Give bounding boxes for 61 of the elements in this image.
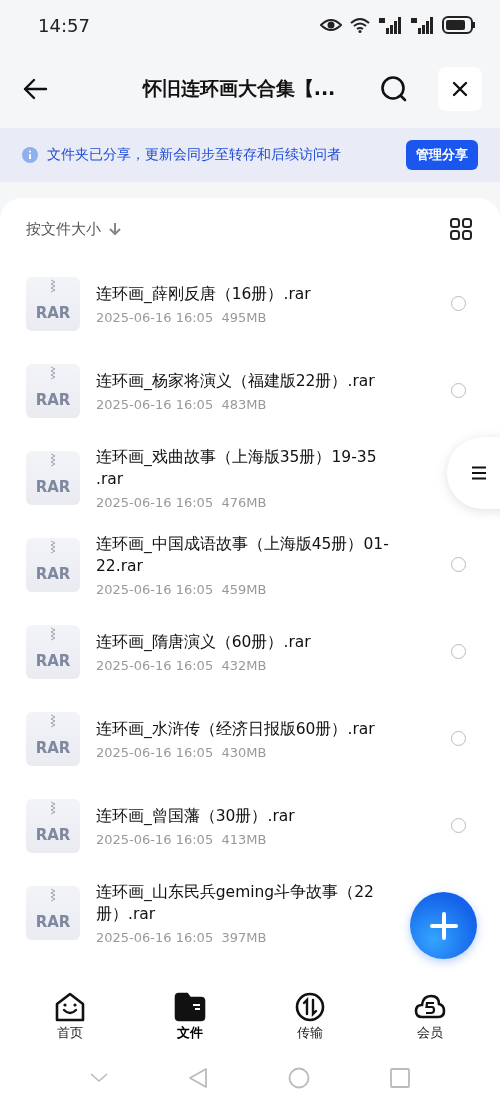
banner-text: 文件夹已分享，更新会同步至转存和后续访问者 [47,146,341,164]
wifi-icon [350,17,370,33]
home-icon[interactable] [288,1066,310,1089]
grid-view-icon[interactable] [450,218,472,240]
file-type-label: RAR [35,477,71,496]
menu-icon [471,466,487,480]
transfer-icon [294,992,326,1022]
file-type-label: RAR [35,738,71,757]
file-type-label: RAR [35,564,71,583]
file-name[interactable]: 连环画_薛刚反唐（16册）.rar [96,282,396,305]
file-meta: 2025-06-16 16:05 430MB [96,744,268,760]
file-meta: 2025-06-16 16:05 432MB [96,657,268,673]
sort-button[interactable]: 按文件大小 [26,219,101,239]
file-meta: 2025-06-16 16:05 495MB [96,309,268,325]
file-meta: 2025-06-16 16:05 476MB [96,494,268,510]
folder-icon [174,992,206,1022]
zipper-icon [50,800,56,815]
signal-icon [378,16,402,34]
zipper-icon [50,452,56,467]
nav-tab[interactable]: 传输 [288,988,332,1048]
file-name[interactable]: 连环画_杨家将演义（福建版22册）.rar [96,369,396,392]
file-type-label: RAR [35,651,71,670]
file-type-label: RAR [35,390,71,409]
file-type-label: RAR [35,303,71,322]
zipper-icon [50,365,56,380]
file-name[interactable]: 连环画_山东民兵geming斗争故事（22册）.rar [96,880,396,925]
zipper-icon [50,539,56,554]
zipper-icon [50,887,56,902]
file-meta: 2025-06-16 16:05 397MB [96,929,268,945]
nav-tab[interactable]: 首页 [48,988,92,1048]
plus-icon [429,911,458,940]
file-type-label: RAR [35,825,71,844]
nav-tab[interactable]: 文件 [168,988,212,1048]
search-icon[interactable] [380,75,408,103]
file-name[interactable]: 连环画_隋唐演义（60册）.rar [96,630,396,653]
file-name[interactable]: 连环画_曾国藩（30册）.rar [96,804,396,827]
close-button[interactable] [438,67,482,111]
down-arrow-icon[interactable] [109,222,121,236]
file-meta: 2025-06-16 16:05 413MB [96,831,268,847]
eye-icon [320,18,342,32]
battery-icon [442,16,476,34]
zipper-icon [50,278,56,293]
close-icon [452,81,468,97]
file-meta: 2025-06-16 16:05 459MB [96,581,268,597]
file-type-label: RAR [35,912,71,931]
status-time: 14:57 [38,14,90,36]
nav-tab[interactable]: 会员 [408,988,452,1048]
back-icon[interactable] [22,78,48,100]
file-name[interactable]: 连环画_戏曲故事（上海版35册）19-35 .rar [96,445,396,490]
page-title: 怀旧连环画大合集【... [141,76,337,101]
file-meta: 2025-06-16 16:05 483MB [96,396,268,412]
manage-share-button[interactable]: 管理分享 [406,140,478,170]
zipper-icon [50,713,56,728]
file-name[interactable]: 连环画_中国成语故事（上海版45册）01-22.rar [96,532,396,577]
file-name[interactable]: 连环画_水浒传（经济日报版60册）.rar [96,717,396,740]
signal-icon [410,16,434,34]
recent-apps-icon[interactable] [390,1067,410,1088]
info-icon [22,147,38,163]
smiley-house-icon [54,992,86,1022]
zipper-icon [50,626,56,641]
hide-keyboard-icon[interactable] [90,1072,108,1083]
